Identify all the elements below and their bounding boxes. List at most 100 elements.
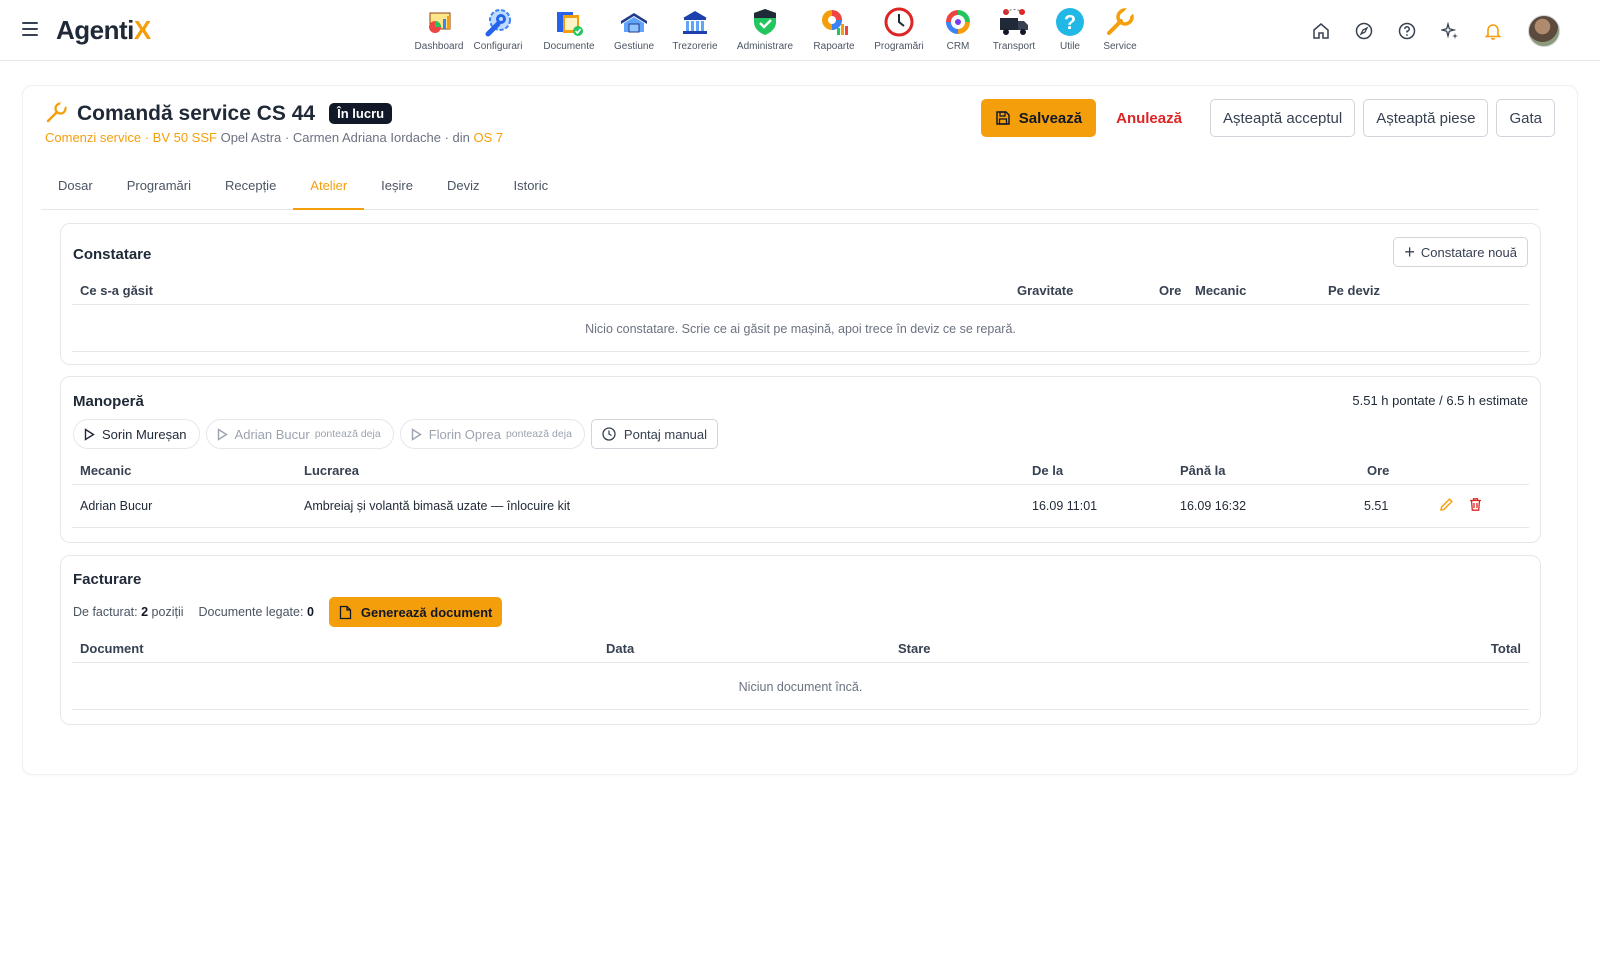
empty-state: Nicio constatare. Scrie ce ai găsit pe m…: [72, 306, 1529, 352]
dashboard-icon: [421, 4, 457, 40]
mechanic-name: Adrian Bucur: [234, 426, 310, 442]
documents-icon: [551, 4, 587, 40]
save-icon: [995, 111, 1010, 125]
cell-work: Ambreiaj și volantă bimasă uzate — înloc…: [304, 499, 571, 513]
cell-hours: 5.51: [1364, 499, 1389, 513]
page-header: Comandă service CS 44 În lucru: [45, 99, 393, 127]
tab-dosar[interactable]: Dosar: [41, 166, 110, 210]
new-finding-label: Constatare nouă: [1420, 244, 1517, 260]
mechanic-start-button-disabled: Florin Oprea pontează deja: [399, 419, 585, 449]
status-badge: În lucru: [329, 103, 393, 124]
column-header: Lucrarea: [304, 463, 359, 478]
play-icon: [411, 427, 422, 441]
tab-istoric[interactable]: Istoric: [496, 166, 565, 210]
billing-section: Facturare De facturat: 2 poziții Documen…: [60, 555, 1541, 725]
breadcrumb-vehicle-client: Opel Astra · Carmen Adriana Iordache · d…: [216, 130, 474, 145]
wrench-icon: [1102, 4, 1138, 40]
table-row: Adrian Bucur Ambreiaj și volantă bimasă …: [72, 486, 1529, 528]
cell-to: 16.09 16:32: [1180, 499, 1247, 513]
bank-icon: [677, 4, 713, 40]
column-header: Pe deviz: [1328, 283, 1381, 298]
svg-text:?: ?: [1064, 12, 1076, 34]
module-transport[interactable]: Transport: [983, 4, 1045, 52]
column-header: Ore: [1367, 463, 1390, 478]
module-crm[interactable]: CRM: [933, 4, 983, 52]
home-icon[interactable]: [1304, 14, 1338, 48]
section-title: Constatare: [73, 246, 152, 263]
compass-icon[interactable]: [1347, 14, 1381, 48]
breadcrumb-separator: ·: [141, 130, 153, 145]
plus-icon: +: [1404, 242, 1415, 262]
avatar[interactable]: [1528, 15, 1560, 47]
play-icon: [217, 427, 228, 441]
cell-from: 16.09 11:01: [1032, 499, 1098, 513]
mechanic-start-button[interactable]: Sorin Mureșan: [73, 419, 200, 449]
generate-document-button[interactable]: Generează document: [328, 597, 503, 627]
breadcrumb-plate-link[interactable]: BV 50 SSF: [153, 130, 217, 145]
bell-icon[interactable]: [1476, 14, 1510, 48]
column-header: Total: [1490, 641, 1521, 656]
crm-cycle-icon: [940, 4, 976, 40]
shield-icon: [747, 4, 783, 40]
save-button-label: Salvează: [1018, 109, 1083, 127]
save-button[interactable]: Salvează: [980, 99, 1097, 137]
cell-mechanic: Adrian Bucur: [80, 499, 153, 513]
app-logo[interactable]: AgentiX: [56, 15, 151, 46]
order-tabs: Dosar Programări Recepție Atelier Ieșire…: [41, 166, 1539, 210]
tab-atelier[interactable]: Atelier: [293, 166, 365, 210]
clock-icon: [602, 427, 616, 441]
generate-document-label: Generează document: [360, 604, 493, 620]
module-trezorerie[interactable]: Trezorerie: [663, 4, 727, 52]
tab-deviz[interactable]: Deviz: [430, 166, 497, 210]
wait-parts-button[interactable]: Așteaptă piese: [1363, 99, 1489, 137]
module-utile[interactable]: ? Utile: [1045, 4, 1095, 52]
column-header: Data: [606, 641, 635, 656]
cancel-button[interactable]: Anulează: [1096, 99, 1202, 137]
module-programari[interactable]: Programări: [865, 4, 933, 52]
breadcrumb-source-order-link[interactable]: OS 7: [473, 130, 503, 145]
edit-icon[interactable]: [1439, 497, 1454, 515]
done-button[interactable]: Gata: [1496, 99, 1555, 137]
module-configurari[interactable]: Configurari: [463, 4, 533, 52]
module-documente[interactable]: Documente: [533, 4, 605, 52]
module-rapoarte[interactable]: Rapoarte: [803, 4, 865, 52]
billing-summary: De facturat: 2 poziții Documente legate:…: [73, 597, 503, 627]
module-administrare[interactable]: Administrare: [727, 4, 803, 52]
wait-accept-button[interactable]: Așteaptă acceptul: [1209, 99, 1356, 137]
column-header: Ore: [1159, 283, 1182, 298]
tab-programari[interactable]: Programări: [110, 166, 208, 210]
top-navigation-bar: AgentiX Dashboard Configurari Documente …: [0, 0, 1600, 61]
breadcrumb: Comenzi service · BV 50 SSF Opel Astra ·…: [45, 130, 503, 145]
mechanic-busy-note: pontează deja: [314, 428, 381, 440]
module-dashboard[interactable]: Dashboard: [415, 4, 463, 52]
trash-icon[interactable]: [1468, 497, 1483, 515]
wrench-gear-icon: [480, 4, 516, 40]
breadcrumb-service-orders-link[interactable]: Comenzi service: [45, 130, 141, 145]
empty-state: Niciun document încă.: [72, 664, 1529, 710]
mechanic-busy-note: pontează deja: [505, 428, 572, 440]
sparkles-icon[interactable]: [1433, 14, 1467, 48]
column-header: Document: [80, 641, 144, 656]
play-icon: [84, 427, 95, 441]
module-gestiune[interactable]: Gestiune: [605, 4, 663, 52]
column-header: Gravitate: [1017, 283, 1074, 298]
table-header: Ce s-a găsit Gravitate Ore Mecanic Pe de…: [72, 279, 1529, 305]
table-header: Mecanic Lucrarea De la Până la Ore: [72, 459, 1529, 485]
column-header: De la: [1032, 463, 1064, 478]
labor-section: Manoperă 5.51 h pontate / 6.5 h estimate…: [60, 376, 1541, 543]
clock-icon: [881, 4, 917, 40]
to-invoice-count: De facturat: 2 poziții: [73, 605, 184, 619]
section-title: Facturare: [73, 571, 142, 588]
tab-iesire[interactable]: Ieșire: [364, 166, 430, 210]
truck-icon: [996, 4, 1032, 40]
module-service[interactable]: Service: [1095, 4, 1145, 52]
help-circle-icon[interactable]: [1390, 14, 1424, 48]
section-title: Manoperă: [73, 393, 144, 410]
new-finding-button[interactable]: + Constatare nouă: [1393, 237, 1528, 267]
menu-icon[interactable]: [22, 22, 38, 36]
manual-timesheet-button[interactable]: Pontaj manual: [590, 419, 719, 449]
order-actions: Salvează Anulează Așteaptă acceptul Aște…: [980, 99, 1555, 137]
tab-receptie[interactable]: Recepție: [208, 166, 293, 210]
mechanic-timers: Sorin Mureșan Adrian Bucur pontează deja…: [73, 419, 719, 449]
mechanic-start-button-disabled: Adrian Bucur pontează deja: [205, 419, 394, 449]
